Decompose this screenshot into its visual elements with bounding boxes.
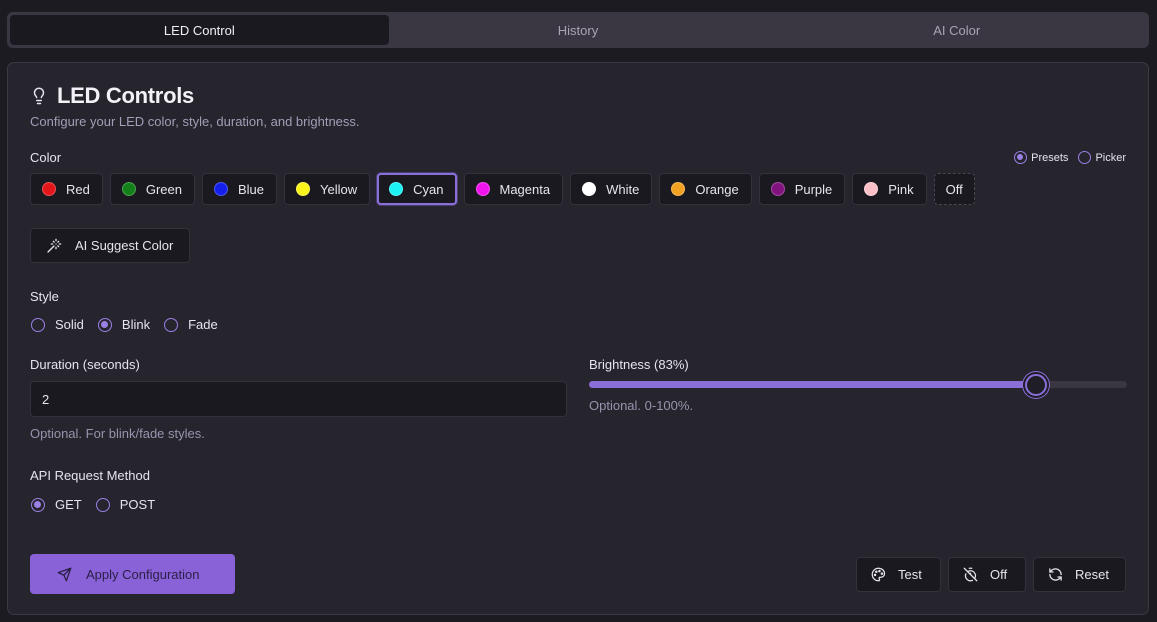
color-chip-label: Orange — [695, 181, 739, 197]
swatch-cyan — [389, 182, 404, 196]
color-chip-magenta[interactable]: Magenta — [463, 173, 564, 205]
duration-input[interactable] — [30, 381, 567, 417]
color-chip-label: Yellow — [320, 181, 358, 197]
swatch-yellow — [296, 182, 311, 196]
brightness-slider[interactable] — [589, 374, 1127, 396]
led-controls-card: LED Controls Configure your LED color, s… — [7, 62, 1149, 615]
color-chip-white[interactable]: White — [570, 173, 653, 205]
ai-suggest-label: AI Suggest Color — [75, 238, 174, 253]
api-option-post[interactable]: POST — [95, 497, 156, 512]
send-icon — [57, 567, 72, 582]
magic-wand-icon — [46, 238, 62, 254]
swatch-green — [121, 182, 136, 196]
color-chip-yellow[interactable]: Yellow — [284, 173, 371, 205]
slider-fill — [589, 381, 1036, 388]
style-option-label: Fade — [188, 317, 218, 332]
palette-icon — [871, 567, 886, 582]
api-radio-post[interactable] — [95, 497, 110, 512]
color-mode-toggle: Presets Picker — [1014, 151, 1126, 164]
style-radio-fade[interactable] — [164, 317, 179, 332]
color-chip-cyan[interactable]: Cyan — [377, 173, 457, 205]
color-chip-blue[interactable]: Blue — [202, 173, 278, 205]
test-label: Test — [898, 567, 922, 582]
color-label: Color — [30, 150, 62, 165]
swatch-pink — [864, 182, 879, 196]
color-chip-label: Pink — [888, 181, 914, 197]
main-tabs: LED Control History AI Color — [7, 12, 1149, 48]
color-chip-label: White — [606, 181, 640, 197]
api-method-label: API Request Method — [30, 468, 150, 483]
slider-thumb[interactable] — [1024, 374, 1047, 396]
color-chip-label: Blue — [238, 181, 265, 197]
api-option-label: POST — [119, 497, 156, 512]
refresh-icon — [1048, 567, 1063, 582]
color-chip-label: Magenta — [499, 181, 551, 197]
style-option-fade[interactable]: Fade — [164, 317, 218, 332]
apply-configuration-button[interactable]: Apply Configuration — [30, 554, 235, 594]
reset-button[interactable]: Reset — [1033, 557, 1126, 592]
picker-radio[interactable] — [1078, 151, 1092, 164]
swatch-blue — [214, 182, 228, 196]
presets-label: Presets — [1031, 151, 1069, 164]
tab-history[interactable]: History — [389, 15, 768, 45]
color-chip-label: Cyan — [413, 181, 444, 197]
color-off-label: Off — [945, 181, 963, 197]
style-radio-solid[interactable] — [31, 317, 45, 332]
swatch-orange — [671, 182, 686, 196]
api-option-get[interactable]: GET — [31, 497, 82, 512]
swatch-purple — [770, 182, 785, 196]
card-title: LED Controls — [57, 83, 194, 108]
test-button[interactable]: Test — [856, 557, 941, 592]
off-label: Off — [990, 567, 1008, 582]
color-chip-green[interactable]: Green — [109, 173, 195, 205]
tab-led-control[interactable]: LED Control — [10, 15, 389, 45]
color-chip-off[interactable]: Off — [933, 173, 975, 205]
style-option-label: Blink — [121, 317, 151, 332]
duration-label: Duration (seconds) — [30, 357, 140, 372]
swatch-white — [582, 182, 597, 196]
style-label: Style — [30, 289, 59, 304]
style-option-blink[interactable]: Blink — [97, 317, 151, 332]
timer-off-icon — [963, 567, 978, 582]
picker-label: Picker — [1095, 151, 1126, 164]
off-button[interactable]: Off — [948, 557, 1026, 592]
lightbulb-icon — [30, 86, 48, 106]
style-radio-blink[interactable] — [97, 317, 112, 332]
card-header: LED Controls — [30, 83, 194, 109]
reset-label: Reset — [1075, 567, 1109, 582]
apply-label: Apply Configuration — [86, 566, 200, 582]
style-options: Solid Blink Fade — [31, 317, 232, 332]
presets-option[interactable]: Presets — [1014, 151, 1068, 164]
api-method-options: GET POST — [31, 497, 169, 512]
ai-suggest-color-button[interactable]: AI Suggest Color — [30, 228, 190, 263]
color-chip-label: Purple — [794, 181, 833, 197]
duration-hint: Optional. For blink/fade styles. — [30, 426, 205, 441]
brightness-label: Brightness (83%) — [589, 357, 689, 372]
presets-radio[interactable] — [1014, 151, 1028, 164]
swatch-magenta — [475, 182, 490, 196]
swatch-red — [42, 182, 56, 196]
style-option-label: Solid — [55, 317, 84, 332]
card-subtitle: Configure your LED color, style, duratio… — [30, 114, 360, 129]
api-radio-get[interactable] — [31, 497, 45, 512]
style-option-solid[interactable]: Solid — [31, 317, 84, 332]
color-chip-label: Green — [145, 181, 182, 197]
color-chip-pink[interactable]: Pink — [852, 173, 927, 205]
color-chip-purple[interactable]: Purple — [758, 173, 846, 205]
tab-ai-color[interactable]: AI Color — [767, 15, 1146, 45]
color-chip-label: Red — [66, 181, 90, 197]
color-chip-red[interactable]: Red — [30, 173, 103, 205]
color-presets: Red Green Blue Yellow Cyan Magenta White… — [30, 173, 975, 205]
color-chip-orange[interactable]: Orange — [659, 173, 752, 205]
brightness-hint: Optional. 0-100%. — [589, 398, 694, 413]
picker-option[interactable]: Picker — [1078, 151, 1126, 164]
api-option-label: GET — [55, 497, 82, 512]
